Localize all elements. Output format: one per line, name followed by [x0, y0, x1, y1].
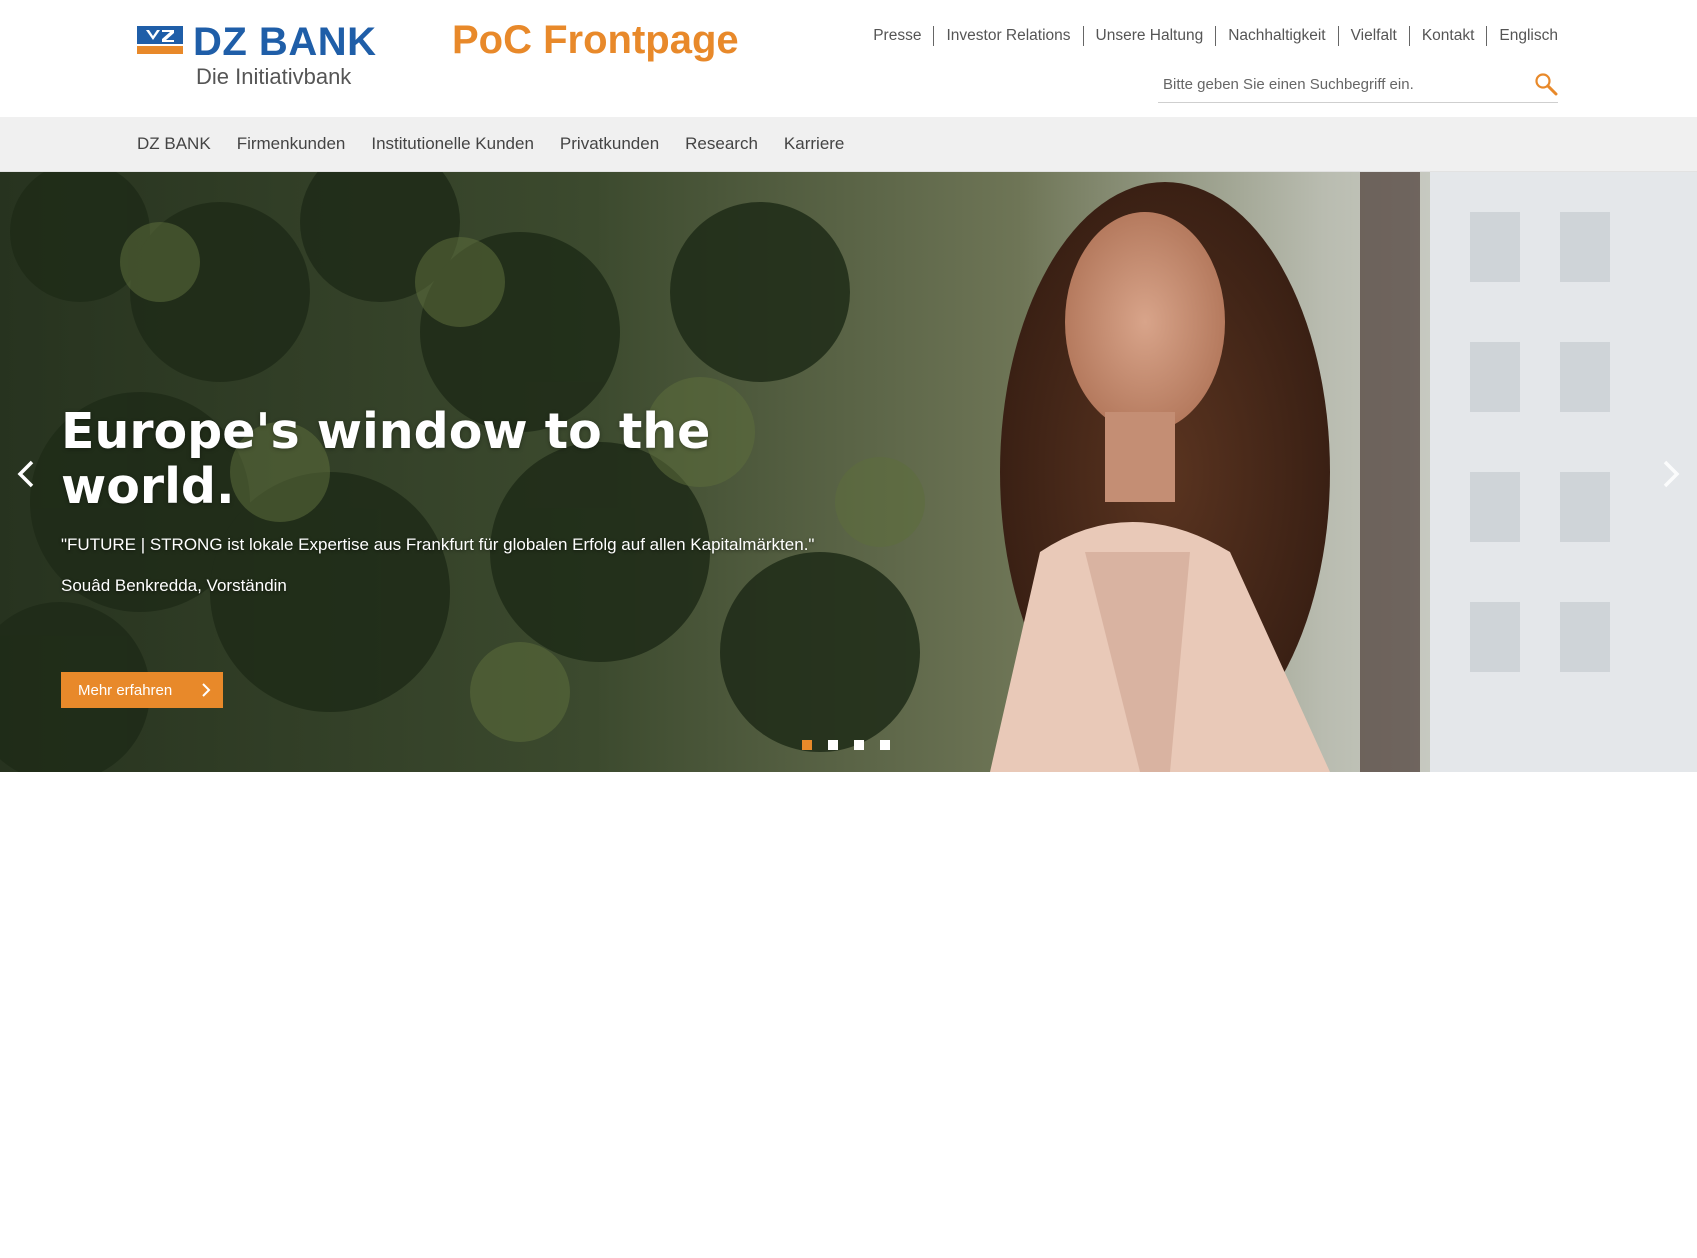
slider-prev-arrow-icon[interactable] — [14, 458, 38, 490]
cta-label: Mehr erfahren — [78, 681, 173, 699]
main-nav-item: Karriere — [784, 134, 844, 154]
search-input[interactable] — [1161, 70, 1515, 98]
main-nav-list: DZ BANK Firmenkunden Institutionelle Kun… — [137, 117, 870, 171]
meta-nav-nachhaltigkeit[interactable]: Nachhaltigkeit — [1215, 26, 1337, 46]
slider-dot-3[interactable] — [854, 740, 864, 750]
slider-next-arrow-icon[interactable] — [1659, 458, 1683, 490]
main-nav-research[interactable]: Research — [685, 134, 758, 153]
meta-navigation: Presse Investor Relations Unsere Haltung… — [861, 24, 1558, 48]
meta-nav-englisch[interactable]: Englisch — [1486, 26, 1558, 46]
main-nav-item: Privatkunden — [560, 134, 659, 154]
volksbank-logo-icon — [137, 26, 183, 54]
hero-slider: Europe's window to the world. "FUTURE | … — [0, 172, 1697, 772]
slider-pagination — [802, 740, 906, 750]
main-nav-dz-bank[interactable]: DZ BANK — [137, 134, 211, 153]
brand-tagline: Die Initiativbank — [196, 64, 352, 89]
chevron-right-icon — [202, 683, 211, 697]
search-icon[interactable] — [1534, 72, 1558, 96]
main-nav-firmenkunden[interactable]: Firmenkunden — [237, 134, 346, 153]
meta-nav-vielfalt[interactable]: Vielfalt — [1337, 26, 1409, 46]
slider-dot-2[interactable] — [828, 740, 838, 750]
main-navigation: DZ BANK Firmenkunden Institutionelle Kun… — [0, 117, 1697, 172]
slider-dot-1[interactable] — [802, 740, 812, 750]
site-title: PoC Frontpage — [452, 18, 739, 62]
meta-nav-unsere-haltung[interactable]: Unsere Haltung — [1082, 26, 1216, 46]
hero-quote: "FUTURE | STRONG ist lokale Expertise au… — [61, 535, 815, 554]
slider-dot-4[interactable] — [880, 740, 890, 750]
main-nav-karriere[interactable]: Karriere — [784, 134, 844, 153]
main-nav-item: Research — [685, 134, 758, 154]
mehr-erfahren-button[interactable]: Mehr erfahren — [61, 672, 223, 708]
dz-bank-logo[interactable]: DZ BANK Die Initiativbank — [137, 20, 376, 89]
meta-nav-kontakt[interactable]: Kontakt — [1408, 26, 1487, 46]
main-nav-item: DZ BANK — [137, 134, 211, 154]
main-nav-item: Institutionelle Kunden — [371, 134, 534, 154]
main-nav-institutionelle-kunden[interactable]: Institutionelle Kunden — [371, 134, 534, 153]
brand-name: DZ BANK — [193, 20, 377, 64]
site-header: DZ BANK Die Initiativbank PoC Frontpage … — [0, 0, 1697, 117]
hero-headline: Europe's window to the world. — [61, 403, 711, 515]
main-nav-item: Firmenkunden — [237, 134, 346, 154]
hero-author: Souâd Benkredda, Vorständin — [61, 576, 287, 595]
search-bar — [1158, 64, 1558, 103]
main-nav-privatkunden[interactable]: Privatkunden — [560, 134, 659, 153]
meta-nav-presse[interactable]: Presse — [861, 26, 933, 46]
meta-nav-investor-relations[interactable]: Investor Relations — [933, 26, 1082, 46]
